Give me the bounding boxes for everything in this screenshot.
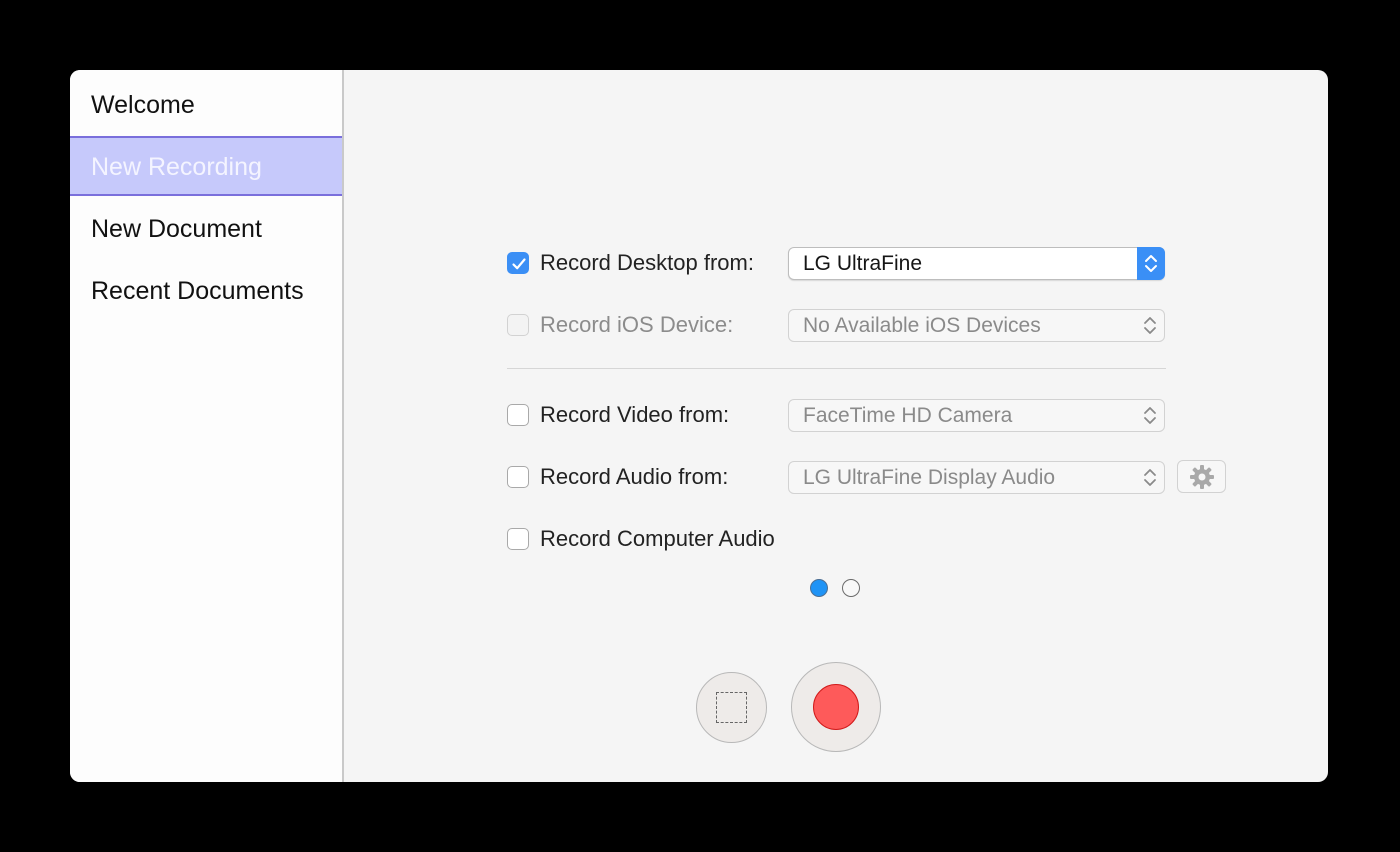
record-audio-select[interactable]: LG UltraFine Display Audio	[788, 461, 1165, 494]
record-ios-checkbox[interactable]	[507, 314, 529, 336]
checkmark-icon	[512, 258, 526, 270]
page-dot-1[interactable]	[810, 579, 828, 597]
select-area-button[interactable]	[696, 672, 767, 743]
sidebar-item-new-recording[interactable]: New Recording	[70, 136, 342, 196]
record-ios-select-value: No Available iOS Devices	[803, 314, 1041, 337]
chevron-up-down-icon	[1136, 462, 1164, 493]
record-desktop-label: Record Desktop from:	[540, 250, 754, 275]
record-audio-label: Record Audio from:	[540, 464, 729, 489]
dashed-rectangle-icon	[716, 692, 747, 723]
record-computer-audio-label: Record Computer Audio	[540, 526, 775, 551]
record-desktop-checkbox[interactable]	[507, 252, 529, 274]
record-ios-label: Record iOS Device:	[540, 312, 734, 337]
record-desktop-select[interactable]: LG UltraFine	[788, 247, 1165, 280]
sidebar-item-recent-documents[interactable]: Recent Documents	[70, 261, 342, 321]
audio-settings-button[interactable]	[1177, 460, 1226, 493]
record-audio-checkbox[interactable]	[507, 466, 529, 488]
record-video-checkbox[interactable]	[507, 404, 529, 426]
record-ios-select[interactable]: No Available iOS Devices	[788, 309, 1165, 342]
chevron-up-down-icon	[1137, 247, 1165, 280]
sidebar-item-new-document[interactable]: New Document	[70, 199, 342, 259]
section-divider	[507, 368, 1166, 369]
chevron-up-down-icon	[1136, 310, 1164, 341]
chevron-up-down-icon	[1136, 400, 1164, 431]
record-desktop-select-value: LG UltraFine	[803, 252, 923, 275]
new-recording-window: Welcome New Recording New Document Recen…	[70, 70, 1328, 782]
record-video-label: Record Video from:	[540, 402, 730, 427]
record-button[interactable]	[791, 662, 881, 752]
record-video-select-value: FaceTime HD Camera	[803, 404, 1013, 427]
gear-icon	[1190, 465, 1214, 489]
record-dot-icon	[813, 684, 859, 730]
sidebar: Welcome New Recording New Document Recen…	[70, 70, 344, 782]
sidebar-item-welcome[interactable]: Welcome	[70, 75, 342, 135]
page-dot-2[interactable]	[842, 579, 860, 597]
record-audio-select-value: LG UltraFine Display Audio	[803, 466, 1056, 489]
record-computer-audio-checkbox[interactable]	[507, 528, 529, 550]
record-video-select[interactable]: FaceTime HD Camera	[788, 399, 1165, 432]
